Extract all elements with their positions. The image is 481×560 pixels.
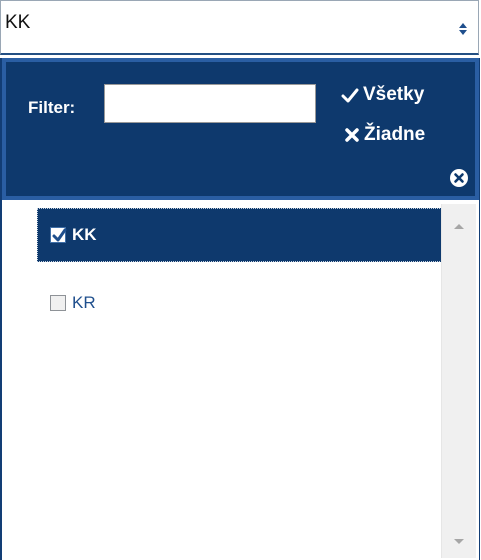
select-none-link[interactable]: Žiadne [344,124,425,146]
select-value: KK [5,12,31,33]
options-list: KK KR [4,204,444,558]
dropdown-header: Filter: Všetky Žiadne [2,58,479,200]
select-all-label: Všetky [363,84,425,105]
scroll-down-arrow-icon[interactable] [454,539,464,544]
checkbox-checked[interactable] [50,227,67,243]
vertical-scrollbar[interactable] [441,204,476,558]
close-circle-icon[interactable] [449,168,469,188]
sort-arrows-icon [459,23,467,35]
filter-input[interactable] [104,84,316,123]
multiselect-dropdown: Filter: Všetky Žiadne KK KR [0,58,480,560]
x-icon [345,128,359,142]
select-all-link[interactable]: Všetky [341,84,424,106]
select-none-label: Žiadne [364,124,426,145]
list-item-label: KR [72,293,96,312]
checkbox-unchecked[interactable] [50,295,66,311]
scroll-up-arrow-icon[interactable] [454,224,464,229]
list-item-kr[interactable]: KR [37,276,442,330]
list-item-label: KK [72,225,97,244]
select-combobox[interactable]: KK [0,0,479,55]
check-icon [341,88,359,103]
check-icon [52,228,67,242]
filter-label: Filter: [28,98,76,117]
list-item-kk[interactable]: KK [37,208,442,262]
